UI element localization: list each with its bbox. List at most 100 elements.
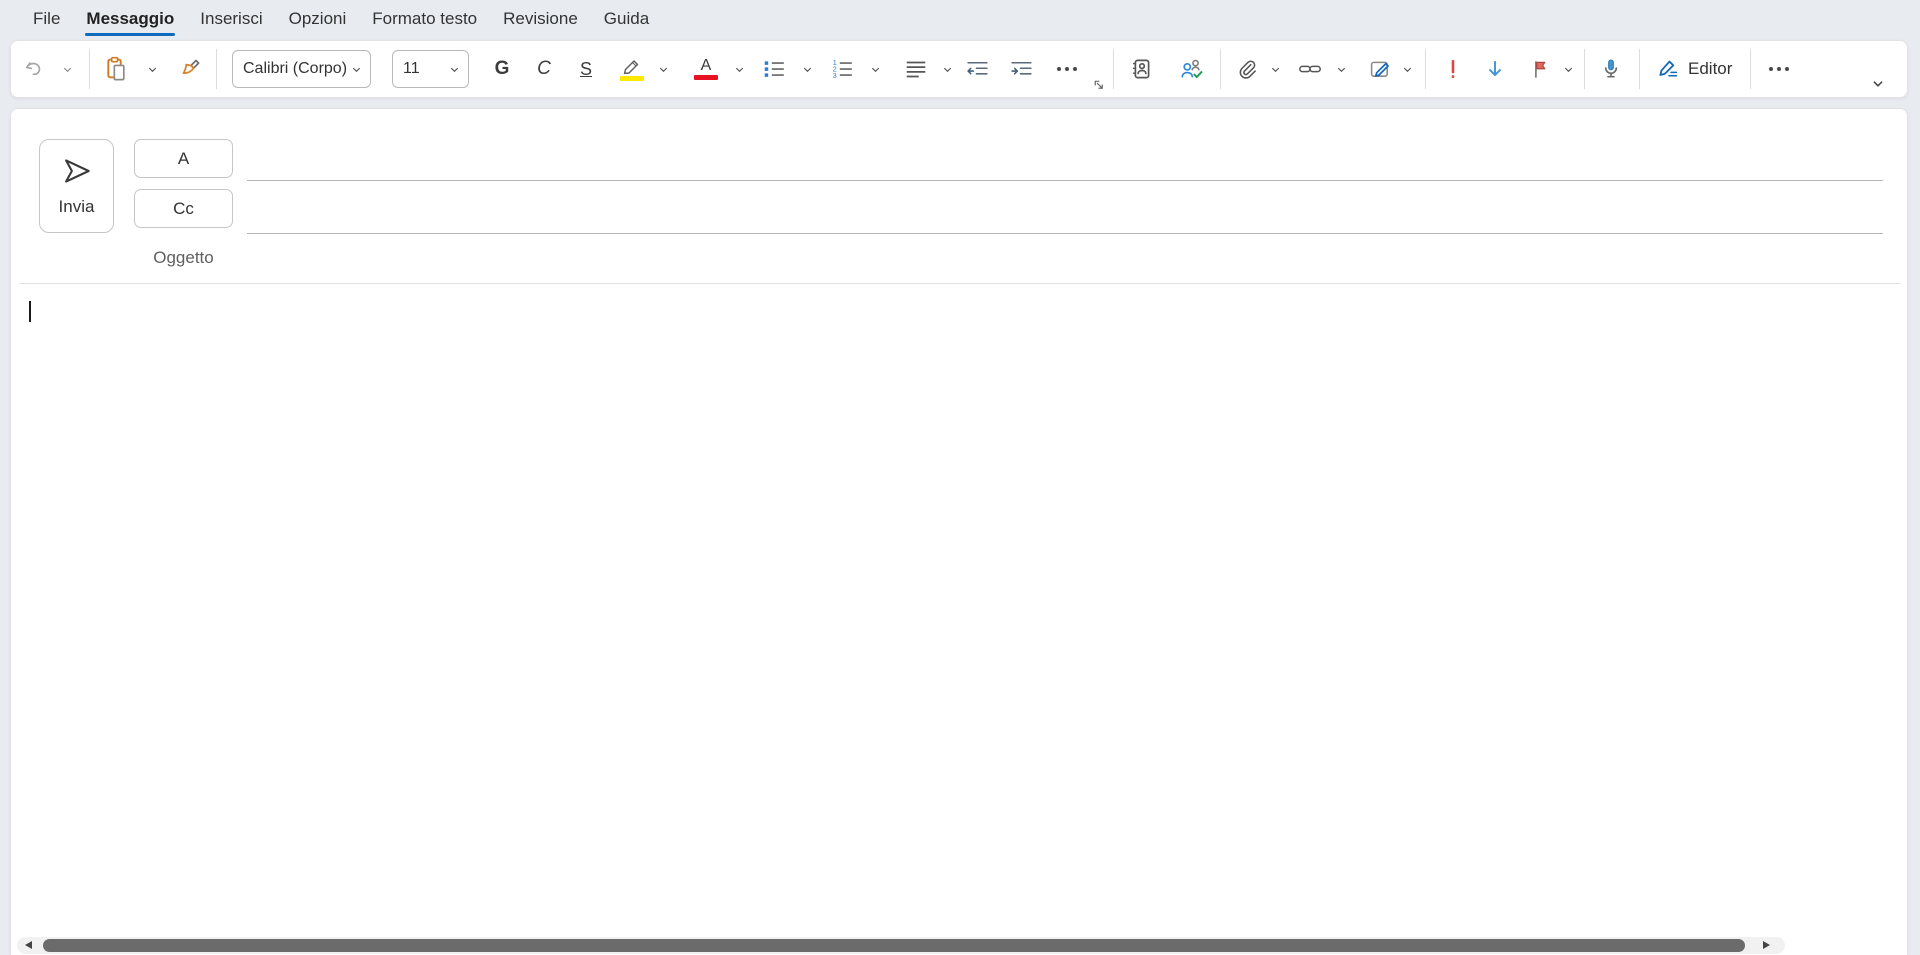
ribbon-divider bbox=[89, 49, 90, 89]
text-highlight-icon bbox=[621, 58, 643, 74]
paste-dropdown-button[interactable] bbox=[144, 49, 160, 89]
undo-dropdown-button[interactable] bbox=[59, 49, 75, 89]
scrollbar-thumb[interactable] bbox=[43, 939, 1745, 952]
signature-icon bbox=[1368, 57, 1392, 81]
signature-dropdown-button[interactable] bbox=[1399, 49, 1415, 89]
ribbon-divider bbox=[216, 49, 217, 89]
numbered-list-dropdown-button[interactable] bbox=[867, 49, 883, 89]
format-dialog-launcher-button[interactable] bbox=[1091, 76, 1105, 92]
attach-file-icon bbox=[1235, 57, 1257, 81]
link-dropdown-button[interactable] bbox=[1333, 49, 1349, 89]
format-painter-button[interactable] bbox=[172, 49, 208, 89]
highlight-color-swatch bbox=[620, 76, 644, 81]
font-name-value: Calibri (Corpo) bbox=[243, 60, 347, 78]
undo-button[interactable] bbox=[17, 49, 51, 89]
attach-file-button[interactable] bbox=[1229, 49, 1263, 89]
cc-input[interactable] bbox=[247, 196, 1883, 234]
link-button[interactable] bbox=[1291, 49, 1329, 89]
high-importance-icon bbox=[1443, 57, 1463, 81]
bullet-list-dropdown-button[interactable] bbox=[799, 49, 815, 89]
link-icon bbox=[1297, 58, 1323, 80]
chevron-down-icon bbox=[734, 64, 745, 75]
underline-button[interactable]: S bbox=[569, 49, 603, 89]
ribbon-tab-bar: File Messaggio Inserisci Opzioni Formato… bbox=[0, 0, 1920, 38]
ribbon-divider bbox=[1220, 49, 1221, 89]
numbered-list-icon: 1 2 3 bbox=[830, 57, 854, 81]
more-commands-button[interactable] bbox=[1759, 49, 1799, 89]
font-size-value: 11 bbox=[403, 60, 420, 78]
alignment-button[interactable] bbox=[897, 49, 935, 89]
chevron-down-icon bbox=[1336, 64, 1347, 75]
more-commands-icon bbox=[1769, 67, 1789, 71]
numbered-list-button[interactable]: 1 2 3 bbox=[823, 49, 861, 89]
chevron-down-icon bbox=[449, 64, 460, 75]
dictate-button[interactable] bbox=[1591, 49, 1631, 89]
more-formatting-button[interactable] bbox=[1047, 49, 1087, 89]
address-book-button[interactable] bbox=[1122, 49, 1162, 89]
chevron-down-icon bbox=[658, 64, 669, 75]
ribbon-divider bbox=[1113, 49, 1114, 89]
tab-inserisci[interactable]: Inserisci bbox=[187, 1, 275, 37]
tab-messaggio[interactable]: Messaggio bbox=[73, 1, 187, 37]
dialog-launcher-icon bbox=[1092, 78, 1105, 91]
low-importance-button[interactable] bbox=[1478, 49, 1512, 89]
editor-label: Editor bbox=[1688, 59, 1732, 79]
tab-formato-testo[interactable]: Formato testo bbox=[359, 1, 490, 37]
underline-icon: S bbox=[580, 59, 592, 80]
increase-indent-icon bbox=[1009, 58, 1034, 80]
font-color-dropdown-button[interactable] bbox=[731, 49, 747, 89]
flag-dropdown-button[interactable] bbox=[1560, 49, 1576, 89]
undo-icon bbox=[23, 58, 45, 80]
cc-button[interactable]: Cc bbox=[134, 189, 233, 228]
message-body-editor[interactable] bbox=[11, 284, 1907, 935]
scroll-left-arrow-icon[interactable] bbox=[25, 941, 32, 949]
more-formatting-icon bbox=[1057, 67, 1077, 71]
to-input[interactable] bbox=[247, 143, 1883, 181]
font-name-select[interactable]: Calibri (Corpo) bbox=[232, 50, 371, 88]
bold-icon: G bbox=[495, 58, 510, 80]
tab-revisione[interactable]: Revisione bbox=[490, 1, 591, 37]
horizontal-scrollbar[interactable] bbox=[17, 937, 1785, 954]
chevron-down-icon bbox=[147, 64, 158, 75]
chevron-down-icon bbox=[62, 64, 73, 75]
chevron-down-icon bbox=[1402, 64, 1413, 75]
low-importance-icon bbox=[1484, 57, 1506, 81]
editor-button[interactable]: Editor bbox=[1646, 49, 1742, 89]
font-size-select[interactable]: 11 bbox=[392, 50, 469, 88]
signature-button[interactable] bbox=[1361, 49, 1399, 89]
send-icon bbox=[60, 155, 94, 187]
follow-up-flag-icon bbox=[1529, 57, 1552, 81]
italic-button[interactable]: C bbox=[527, 49, 561, 89]
tab-guida[interactable]: Guida bbox=[591, 1, 662, 37]
dictate-icon bbox=[1599, 56, 1623, 82]
paste-button[interactable] bbox=[96, 49, 136, 89]
ribbon-toolbar: Calibri (Corpo) 11 G C S A bbox=[10, 40, 1908, 98]
text-highlight-button[interactable] bbox=[613, 49, 651, 89]
follow-up-flag-button[interactable] bbox=[1522, 49, 1558, 89]
chevron-down-icon bbox=[870, 64, 881, 75]
decrease-indent-icon bbox=[965, 58, 990, 80]
to-button[interactable]: A bbox=[134, 139, 233, 178]
tab-opzioni[interactable]: Opzioni bbox=[276, 1, 360, 37]
increase-indent-button[interactable] bbox=[1003, 49, 1039, 89]
high-importance-button[interactable] bbox=[1436, 49, 1470, 89]
tab-file[interactable]: File bbox=[20, 1, 73, 37]
collapse-ribbon-button[interactable] bbox=[1865, 74, 1891, 94]
ribbon-divider bbox=[1639, 49, 1640, 89]
check-names-icon bbox=[1179, 57, 1205, 81]
scroll-right-arrow-icon[interactable] bbox=[1763, 941, 1770, 949]
send-button[interactable]: Invia bbox=[39, 139, 114, 233]
highlight-dropdown-button[interactable] bbox=[655, 49, 671, 89]
bold-button[interactable]: G bbox=[485, 49, 519, 89]
subject-input[interactable] bbox=[247, 239, 1883, 277]
italic-icon: C bbox=[537, 58, 551, 80]
font-color-button[interactable]: A bbox=[687, 49, 725, 89]
bullet-list-button[interactable] bbox=[755, 49, 793, 89]
collapse-ribbon-icon bbox=[1871, 77, 1885, 91]
ribbon-divider bbox=[1750, 49, 1751, 89]
alignment-dropdown-button[interactable] bbox=[939, 49, 955, 89]
attach-dropdown-button[interactable] bbox=[1267, 49, 1283, 89]
chevron-down-icon bbox=[1563, 64, 1574, 75]
decrease-indent-button[interactable] bbox=[959, 49, 995, 89]
check-names-button[interactable] bbox=[1172, 49, 1212, 89]
